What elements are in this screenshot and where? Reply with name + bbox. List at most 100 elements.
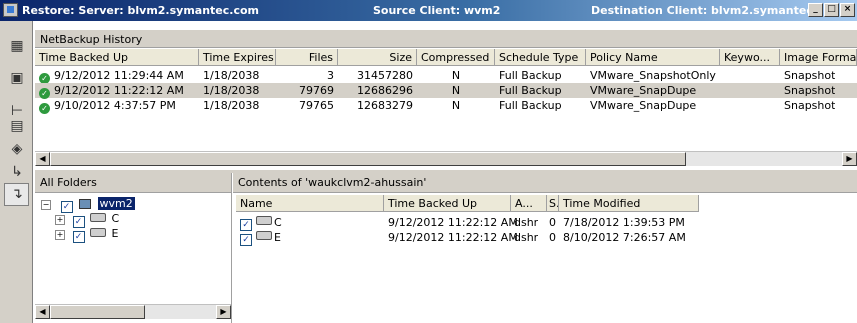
scroll-thumb[interactable] (50, 152, 686, 166)
tree-item-e[interactable]: + ✓ E (55, 227, 215, 243)
contents-row[interactable]: ✓ C 9/12/2012 11:22:12 AM dshr 0 7/18/20… (236, 215, 836, 231)
history-hscrollbar[interactable]: ◀ ▶ (35, 151, 857, 166)
col-time-expires[interactable]: Time Expires (199, 49, 276, 66)
status-ok-icon: ✓ (39, 69, 54, 84)
item-attributes: dshr (514, 216, 539, 229)
row-size: 12683279 (357, 99, 413, 112)
computer-icon (79, 199, 91, 209)
row-schedule: Full Backup (499, 84, 562, 97)
col-attributes[interactable]: A... (511, 195, 547, 212)
col-time-modified[interactable]: Time Modified (559, 195, 699, 212)
row-policy: VMware_SnapDupe (590, 84, 697, 97)
contents-row[interactable]: ✓ E 9/12/2012 11:22:12 AM dshr 0 8/10/20… (236, 230, 836, 246)
row-compressed: N (451, 84, 461, 97)
app-icon[interactable] (3, 3, 18, 17)
scroll-right-arrow[interactable]: ▶ (842, 152, 857, 166)
maximize-button[interactable]: □ (824, 3, 839, 17)
row-files: 3 (327, 69, 334, 82)
col-policy-name[interactable]: Policy Name (586, 49, 720, 66)
contents-header: Contents of 'waukclvm2-ahussain' (233, 173, 857, 193)
scroll-thumb[interactable] (50, 305, 145, 319)
item-time: 9/12/2012 11:22:12 AM (388, 216, 518, 229)
row-schedule: Full Backup (499, 99, 562, 112)
row-expires: 1/18/2038 (203, 84, 260, 97)
col-keyword[interactable]: Keywo... (720, 49, 780, 66)
tree-root[interactable]: − ✓ wvm2 (41, 197, 221, 213)
close-button[interactable]: × (840, 3, 855, 17)
row-compressed: N (451, 69, 461, 82)
item-time: 9/12/2012 11:22:12 AM (388, 231, 518, 244)
row-format: Snapshot (784, 84, 836, 97)
row-format: Snapshot (784, 99, 836, 112)
history-header: NetBackup History (35, 30, 857, 48)
history-column-headers: Time Backed Up Time Expires Files Size C… (35, 49, 857, 66)
expand-icon[interactable]: + (55, 230, 65, 240)
row-expires: 1/18/2038 (203, 99, 260, 112)
restore-selected-icon[interactable]: ↴ (9, 186, 25, 202)
tree-icon[interactable]: ↳ (9, 164, 25, 180)
item-name: C (274, 216, 282, 229)
row-policy: VMware_SnapDupe (590, 99, 697, 112)
item-checkbox[interactable]: ✓ (240, 215, 252, 231)
history-pane: NetBackup History Time Backed Up Time Ex… (35, 30, 857, 170)
item-size: 0 (549, 231, 556, 244)
drive-icon (254, 215, 274, 228)
expand-icon[interactable]: + (55, 215, 65, 225)
scroll-left-arrow[interactable]: ◀ (35, 305, 50, 319)
network-icon[interactable]: ⊢ (9, 103, 25, 119)
item-checkbox[interactable]: ✓ (240, 230, 252, 246)
tree-item-label: C (111, 212, 120, 225)
col-time-backed-up[interactable]: Time Backed Up (35, 49, 199, 66)
tree-item-label: E (111, 227, 119, 240)
title-bar[interactable]: Restore: Server: blvm2.symantec.com Sour… (0, 0, 857, 21)
col-name[interactable]: Name (236, 195, 384, 212)
col-files[interactable]: Files (276, 49, 338, 66)
row-policy: VMware_SnapshotOnly (590, 69, 716, 82)
backup-icon[interactable]: ◈ (9, 141, 25, 157)
folders-pane: All Folders − ✓ wvm2 + ✓ C + ✓ E ◀ ▶ (35, 173, 232, 323)
history-row[interactable]: ✓ 9/12/2012 11:29:44 AM 1/18/2038 3 3145… (35, 68, 857, 84)
col-image-format[interactable]: Image Format (780, 49, 857, 66)
col-size[interactable]: S. (547, 195, 559, 212)
contents-column-headers: Name Time Backed Up A... S. Time Modifie… (236, 195, 857, 212)
status-ok-icon: ✓ (39, 84, 54, 99)
tree-item-c[interactable]: + ✓ C (55, 212, 215, 228)
drive-icon (90, 228, 106, 237)
binoculars-icon[interactable]: ▦ (9, 38, 25, 54)
scroll-left-arrow[interactable]: ◀ (35, 152, 50, 166)
history-row[interactable]: ✓ 9/10/2012 4:37:57 PM 1/18/2038 79765 1… (35, 98, 857, 114)
row-expires: 1/18/2038 (203, 69, 260, 82)
row-time: 9/10/2012 4:37:57 PM (54, 99, 176, 112)
row-schedule: Full Backup (499, 69, 562, 82)
drive-icon (254, 230, 274, 243)
drive-icon (90, 213, 106, 222)
history-row-selected[interactable]: ✓ 9/12/2012 11:22:12 AM 1/18/2038 79769 … (35, 83, 857, 99)
drive-checkbox[interactable]: ✓ (72, 231, 85, 243)
scroll-right-arrow[interactable]: ▶ (216, 305, 231, 319)
row-compressed: N (451, 99, 461, 112)
folders-hscrollbar[interactable]: ◀ ▶ (35, 304, 231, 319)
row-time: 9/12/2012 11:29:44 AM (54, 69, 184, 82)
status-ok-icon: ✓ (39, 99, 54, 114)
left-toolbar: ▦ ▣ ⊢ ▤ ◈ ↳ ↴ (0, 21, 33, 323)
row-files: 79769 (299, 84, 334, 97)
calendar-icon[interactable]: ▤ (9, 118, 25, 134)
item-name: E (274, 231, 281, 244)
contents-pane: Contents of 'waukclvm2-ahussain' Name Ti… (233, 173, 857, 323)
restore-icon[interactable]: ▣ (9, 70, 25, 86)
item-attributes: dshr (514, 231, 539, 244)
row-format: Snapshot (784, 69, 836, 82)
collapse-icon[interactable]: − (41, 200, 51, 210)
col-compressed[interactable]: Compressed (417, 49, 495, 66)
row-size: 12686296 (357, 84, 413, 97)
col-schedule-type[interactable]: Schedule Type (495, 49, 586, 66)
col-size[interactable]: Size (338, 49, 417, 66)
col-time-backed-up[interactable]: Time Backed Up (384, 195, 511, 212)
item-modified: 8/10/2012 7:26:57 AM (563, 231, 686, 244)
item-modified: 7/18/2012 1:39:53 PM (563, 216, 685, 229)
window-title: Restore: Server: blvm2.symantec.com (22, 4, 259, 17)
destination-client-label: Destination Client: blvm2.symantec.. (591, 4, 822, 17)
minimize-button[interactable]: _ (808, 3, 823, 17)
row-time: 9/12/2012 11:22:12 AM (54, 84, 184, 97)
tree-root-label: wvm2 (97, 197, 135, 210)
